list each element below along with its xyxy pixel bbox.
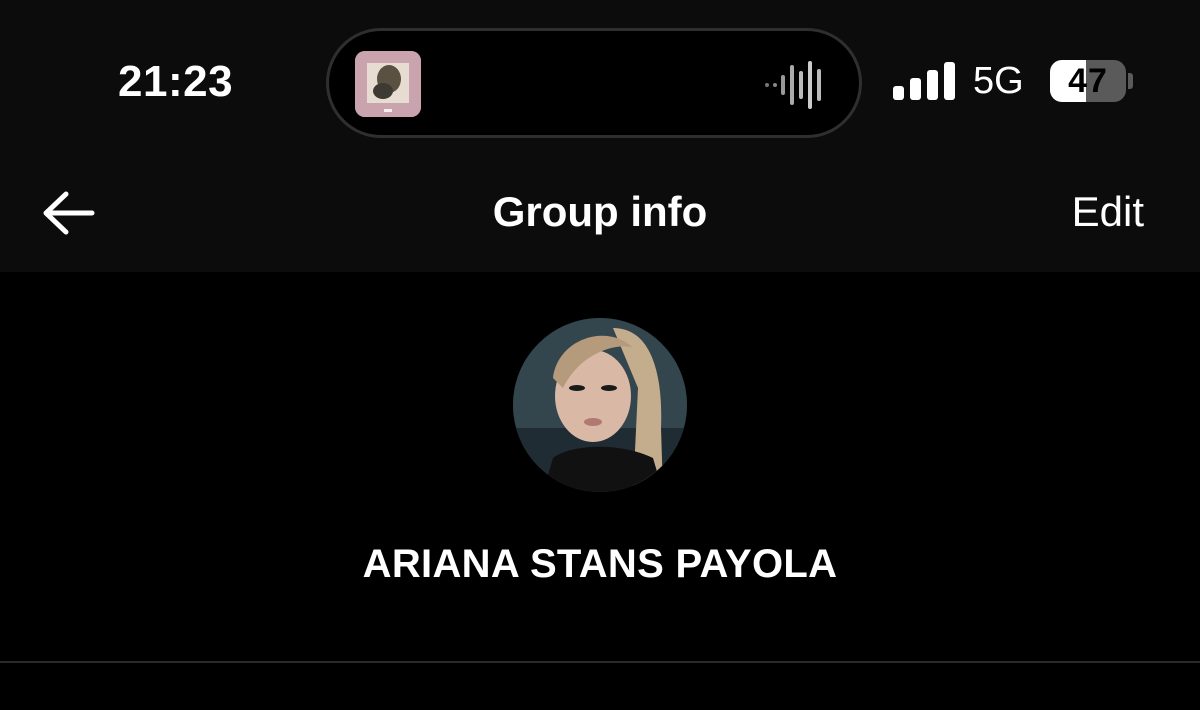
cellular-signal-icon [893, 62, 955, 100]
dynamic-island[interactable] [326, 28, 862, 138]
battery-percentage: 47 [1068, 62, 1108, 100]
edit-button[interactable]: Edit [1072, 186, 1144, 238]
group-avatar[interactable] [513, 318, 687, 492]
battery-icon: 47 [1050, 60, 1133, 102]
audio-waveform-icon [765, 61, 821, 109]
group-name: ARIANA STANS PAYOLA [362, 542, 838, 586]
page-title: Group info [492, 188, 708, 235]
section-divider [0, 661, 1200, 663]
now-playing-artwork [355, 51, 421, 117]
status-time: 21:23 [118, 57, 234, 106]
network-type: 5G [973, 60, 1024, 102]
